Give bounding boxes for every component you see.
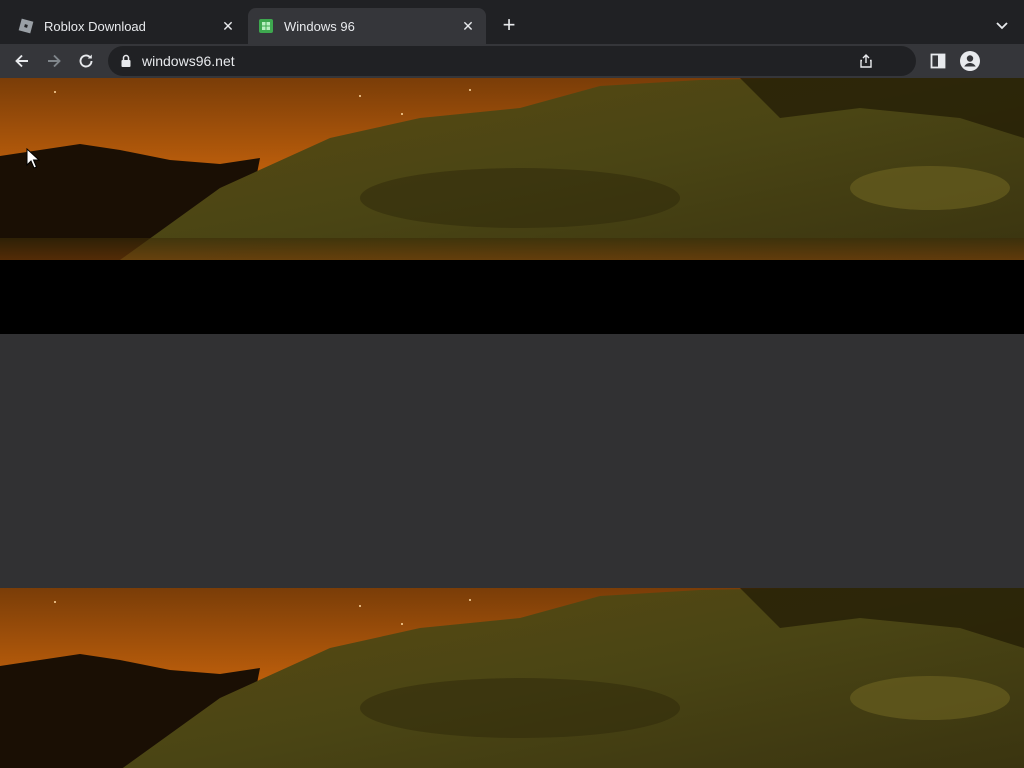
roblox-icon xyxy=(18,18,34,34)
black-band xyxy=(0,260,1024,334)
profile-avatar-icon[interactable] xyxy=(959,50,981,72)
wallpaper-banner-top xyxy=(0,78,1024,260)
url-text: windows96.net xyxy=(142,53,235,69)
mouse-cursor-icon xyxy=(26,148,40,169)
tab-windows-96[interactable]: Windows 96 ✕ xyxy=(248,8,486,44)
tab-strip: Roblox Download ✕ Windows 96 ✕ + xyxy=(0,0,1024,44)
page-viewport[interactable] xyxy=(0,78,1024,768)
side-panel-icon[interactable] xyxy=(928,51,948,71)
windows96-icon xyxy=(259,19,273,33)
share-icon[interactable] xyxy=(858,53,874,69)
address-bar[interactable]: windows96.net xyxy=(108,46,916,76)
forward-arrow-icon[interactable] xyxy=(44,51,64,71)
tab-roblox-download[interactable]: Roblox Download ✕ xyxy=(8,8,246,44)
lock-icon[interactable] xyxy=(120,54,132,68)
reload-icon[interactable] xyxy=(76,51,96,71)
wallpaper-banner-bottom xyxy=(0,588,1024,768)
tab-title: Roblox Download xyxy=(44,18,146,34)
tab-title: Windows 96 xyxy=(284,18,355,34)
back-arrow-icon[interactable] xyxy=(12,51,32,71)
close-tab-icon[interactable]: ✕ xyxy=(460,18,476,34)
new-tab-button[interactable]: + xyxy=(498,14,520,36)
gray-panel xyxy=(0,334,1024,588)
tab-search-chevron-icon[interactable] xyxy=(992,15,1012,35)
close-tab-icon[interactable]: ✕ xyxy=(220,18,236,34)
browser-toolbar: windows96.net xyxy=(0,44,1024,78)
